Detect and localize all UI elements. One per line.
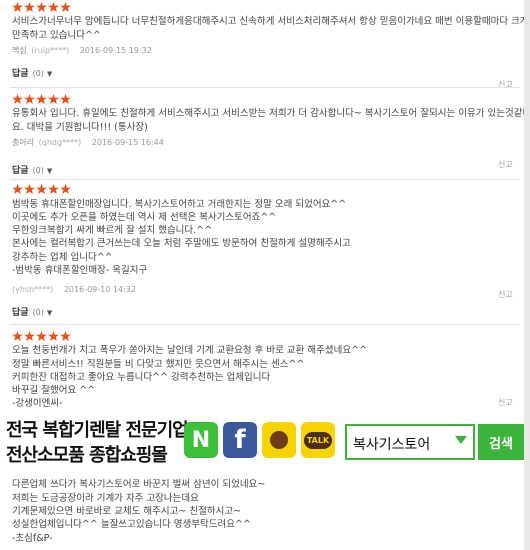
- review-text-line: -초심f&P-: [12, 533, 53, 544]
- divider: [10, 324, 520, 325]
- review-date: 2016-09-15 19:32: [79, 46, 152, 55]
- chevron-down-icon: ▼: [46, 167, 53, 175]
- review-text-line: 본사에는 컬러복합기 큰거쓰는데 오늘 처럼 주말에도 방문하여 친절하게 설명…: [12, 238, 351, 249]
- review-date: 2016-09-15 16:44: [91, 138, 164, 147]
- reply-label: 답글: [12, 69, 29, 79]
- star-icon: [12, 184, 23, 194]
- review-text-line: -범박동 휴대폰할인매장- 옥길지구: [12, 265, 148, 276]
- report-link[interactable]: 신고: [498, 289, 513, 300]
- chevron-down-icon: ▼: [46, 309, 53, 317]
- review-text-line: 기계문제있으면 바로바로 교체도 해주시고~ 친절하시고~: [12, 506, 242, 517]
- kakao-story-glyph: [270, 431, 288, 449]
- review-text-line: 다른업체 쓰다가 복사기스토어로 바꾼지 벌써 삼년이 되었네요~: [12, 479, 266, 490]
- review-text-line: 요. 대박을 기원합니다!!! (통사장): [12, 122, 148, 133]
- star-icon: [60, 331, 71, 341]
- review-text-line: 저희는 도금공장이라 기계가 자주 고장나는데요: [12, 493, 199, 504]
- star-icon: [12, 2, 23, 12]
- search-select[interactable]: 복사기스토어: [345, 424, 475, 460]
- review-text-line: 강추하는 업체 입니다^^: [12, 252, 113, 263]
- reply-count: (0): [32, 69, 44, 78]
- star-icon: [12, 331, 23, 341]
- review-text-line: 만족하고 있습니다^^: [12, 30, 101, 41]
- facebook-icon[interactable]: f: [223, 422, 257, 458]
- review-text-line: 성실한업체입니다^^ 늘잘쓰고있습니다 명생부탁드려요^^: [12, 519, 251, 530]
- report-link[interactable]: 신고: [498, 79, 513, 90]
- chevron-down-icon: [455, 436, 467, 444]
- kakao-talk-label: TALK: [303, 431, 333, 449]
- star-icon: [60, 94, 71, 104]
- rating-stars: [12, 184, 71, 194]
- star-icon: [24, 331, 35, 341]
- star-icon: [48, 2, 59, 12]
- review-text-line: 오늘 천둥번개가 치고 폭우가 쏟아지는 날인데 기계 교환요청 후 바로 교환…: [12, 345, 368, 356]
- review-text-line: 정말 빠른서비스!! 직원분들 비 다맞고 했지만 웃으면서 해주시는 센스^^: [12, 359, 305, 370]
- star-icon: [36, 2, 47, 12]
- naver-icon[interactable]: N: [184, 422, 218, 458]
- reply-label: 답글: [12, 166, 29, 176]
- star-icon: [36, 94, 47, 104]
- star-icon: [48, 184, 59, 194]
- naver-letter: N: [191, 427, 211, 453]
- review-date: 2016-09-10 14:32: [63, 285, 136, 294]
- kakao-talk-icon[interactable]: TALK: [301, 422, 335, 458]
- review-text-line: 서비스가너무너무 맘에듭니다 너무친절하게응대해주시고 신속하게 서비스처리해주…: [12, 16, 529, 27]
- star-icon: [24, 94, 35, 104]
- star-icon: [24, 184, 35, 194]
- reply-toggle[interactable]: 답글 (0) ▼: [12, 66, 52, 79]
- scrollbar[interactable]: [524, 0, 530, 550]
- kakao-story-icon[interactable]: [262, 422, 296, 458]
- review-meta: 총아리 (qhdg****) 2016-09-15 16:44: [12, 137, 164, 148]
- report-link[interactable]: 신고: [498, 397, 513, 408]
- reply-label: 답글: [12, 308, 29, 318]
- star-icon: [36, 184, 47, 194]
- rating-stars: [12, 2, 71, 12]
- star-icon: [48, 94, 59, 104]
- review-text-line: 바꾸길 잘했어요 ^^: [12, 385, 96, 396]
- star-icon: [24, 2, 35, 12]
- review-meta: (yhsh****) 2016-09-10 14:32: [12, 285, 136, 294]
- reply-count: (0): [32, 166, 44, 175]
- reply-toggle[interactable]: 답글 (0) ▼: [12, 163, 52, 176]
- banner-title: 전국 복합기렌탈 전문기업: [6, 420, 189, 441]
- review-text-line: 유통회사 입니다. 휴일에도 친절하게 서비스해주시고 서비스받는 저희가 더 …: [12, 108, 530, 119]
- reply-count: (0): [32, 308, 44, 317]
- search-select-value: 복사기스토어: [353, 437, 431, 453]
- review-text-line: 무한잉크복합기 싸게 빠르게 잘 설치 했습니다.^^: [12, 225, 213, 236]
- review-user-id: (ruip****): [31, 46, 70, 55]
- reply-toggle[interactable]: 답글 (0) ▼: [12, 305, 52, 318]
- divider: [10, 87, 520, 88]
- review-user-id: (yhsh****): [12, 285, 54, 294]
- chevron-down-icon: ▼: [46, 70, 53, 78]
- banner-subtitle: 전산소모품 종합쇼핑몰: [6, 445, 168, 466]
- review-author: 멕심: [12, 46, 27, 55]
- star-icon: [60, 184, 71, 194]
- star-icon: [36, 331, 47, 341]
- review-user-id: (qhdg****): [38, 138, 82, 147]
- facebook-letter: f: [234, 425, 246, 455]
- review-meta: 멕심 (ruip****) 2016-09-15 19:32: [12, 45, 152, 56]
- star-icon: [48, 331, 59, 341]
- review-text-line: 이곳에도 추가 오픈을 하였는데 역시 제 선택은 복사기스토어죠^^: [12, 212, 277, 223]
- rating-stars: [12, 331, 71, 341]
- rating-stars: [12, 94, 71, 104]
- review-text-line: 커피한잔 대접하고 좋아요 누릅니다^^ 강력추천하는 업체입니다: [12, 372, 271, 383]
- star-icon: [12, 94, 23, 104]
- report-link[interactable]: 신고: [498, 159, 513, 170]
- star-icon: [60, 2, 71, 12]
- review-author: 총아리: [12, 138, 35, 147]
- divider: [10, 179, 520, 180]
- review-text-line: 범박동 휴대폰할인매장입니다. 복사기스토어하고 거래한지는 정말 오래 되었어…: [12, 199, 347, 210]
- search-button[interactable]: 검색: [478, 424, 524, 460]
